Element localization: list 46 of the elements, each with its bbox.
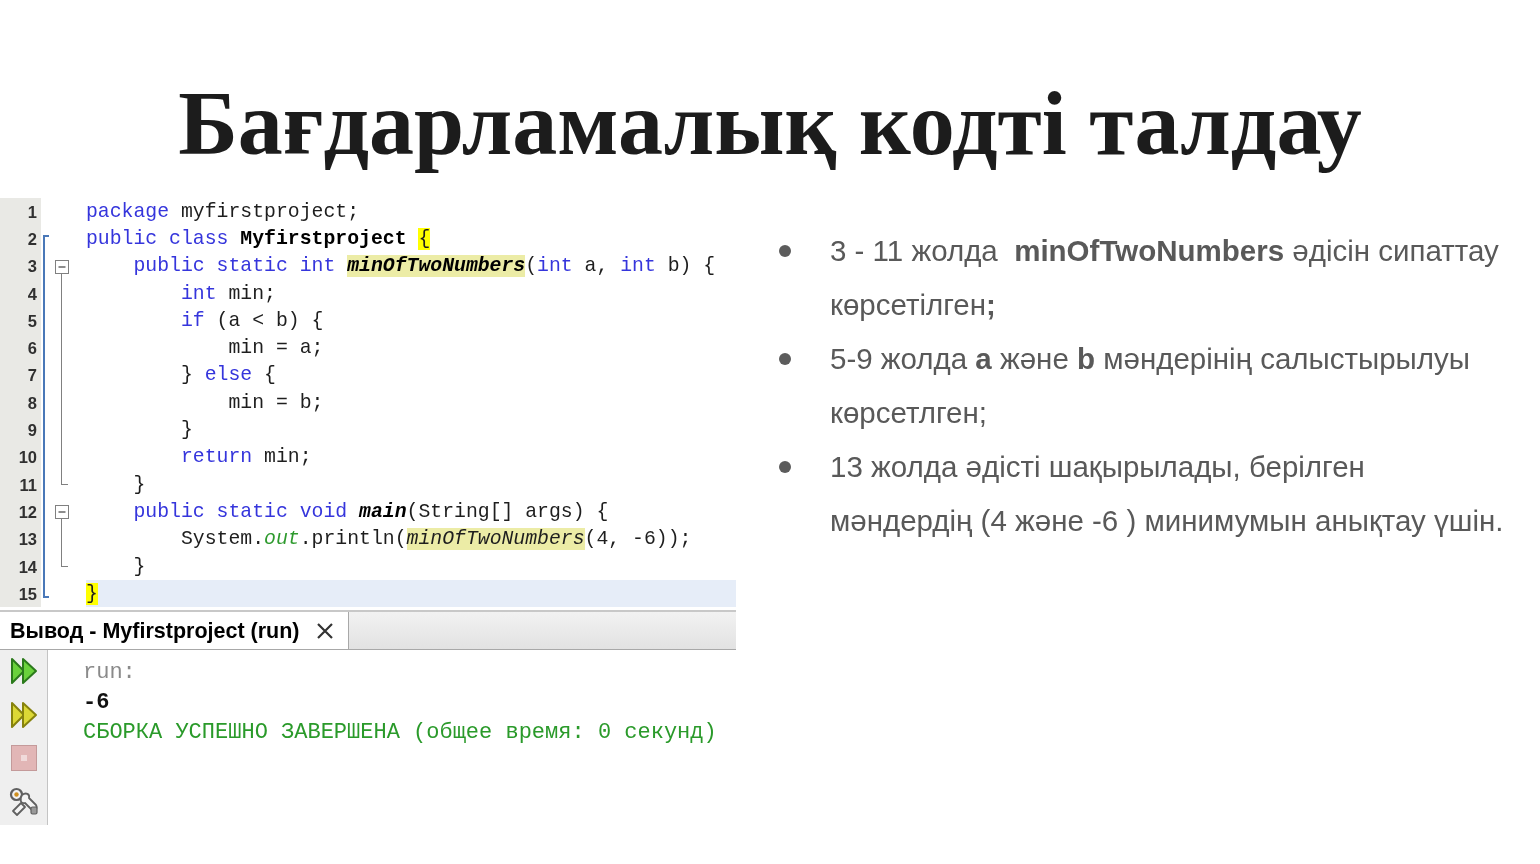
- line-number: 6: [27, 339, 37, 358]
- line-number: 7: [27, 366, 37, 385]
- slide-title: Бағдарламалық кодті талдау: [178, 74, 1362, 174]
- code-line: } else {: [179, 363, 276, 388]
- bullet-icon: [779, 245, 791, 257]
- code-line: }: [132, 472, 146, 497]
- line-number: 8: [27, 393, 37, 412]
- close-icon[interactable]: [315, 621, 334, 640]
- line-number: 10: [18, 448, 37, 467]
- line-number: 14: [18, 557, 37, 576]
- line-number: 5: [27, 311, 37, 330]
- console-line: run:: [83, 659, 137, 688]
- output-tab[interactable]: Вывод - Myfirstproject (run): [0, 612, 349, 650]
- bullet-text: 3 - 11 жолда minOfTwoNumbers әдісін сипаттау көрсетілген;: [830, 233, 1500, 323]
- line-number: 15: [18, 584, 37, 603]
- code-line: public static int minOfTwoNumbers(int a, int b) {: [132, 254, 716, 279]
- bullet-icon: [779, 461, 791, 473]
- code-line: int min;: [179, 281, 276, 306]
- line-number: 9: [27, 421, 37, 439]
- settings-icon[interactable]: [8, 787, 39, 818]
- line-number: 3: [27, 257, 37, 276]
- code-line: min = b;: [227, 390, 324, 415]
- code-line: package myfirstproject;: [86, 199, 360, 224]
- code-line: }: [179, 418, 193, 442]
- line-number: 12: [18, 502, 37, 521]
- collapse-icon[interactable]: [55, 259, 69, 274]
- code-line: public class Myfirstproject {: [86, 226, 431, 251]
- console-line: СБОРКА УСПЕШНО ЗАВЕРШЕНА (общее время: 0 секунд): [83, 719, 717, 748]
- double-play-icon[interactable]: [9, 657, 38, 686]
- line-number: 4: [27, 284, 37, 303]
- code-line: }: [132, 554, 146, 579]
- line-number: 11: [19, 475, 37, 494]
- double-play-icon[interactable]: [9, 701, 38, 730]
- line-number: 1: [27, 202, 37, 221]
- line-number: 2: [27, 229, 37, 248]
- line-number: 13: [18, 530, 37, 549]
- collapse-icon[interactable]: [55, 505, 69, 520]
- code-line: System.out.println(minOfTwoNumbers(4, -6));: [179, 527, 692, 552]
- bullet-text: 5-9 жолда a және b мәндерінің салыстырылуы көрсетлген;: [830, 341, 1471, 431]
- bullet-icon: [779, 353, 791, 365]
- code-line: if (a < b) {: [179, 308, 324, 333]
- code-line: min = a;: [227, 336, 324, 361]
- console-line: -6: [83, 689, 111, 718]
- bullet-text: 13 жолда әдісті шақырылады, берілген мәндердің (4 және -6 ) минимумын анықтау үшін.: [830, 449, 1505, 539]
- code-line: public static void main(String[] args) {: [132, 499, 609, 524]
- code-line: return min;: [179, 445, 312, 470]
